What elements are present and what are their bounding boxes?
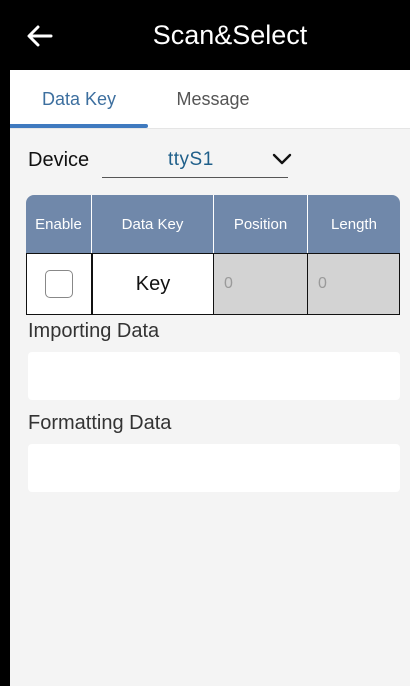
header-position: Position xyxy=(214,195,308,253)
device-dropdown[interactable]: ttyS1 xyxy=(102,145,292,178)
position-input[interactable]: 0 xyxy=(214,253,308,315)
tab-message[interactable]: Message xyxy=(148,70,278,128)
page-title: Scan&Select xyxy=(152,20,308,50)
importing-data-field[interactable] xyxy=(28,352,400,400)
importing-data-label: Importing Data xyxy=(28,320,160,342)
device-row: Device ttyS1 xyxy=(10,145,410,185)
data-key-table: Enable Data Key Position Length Key 0 0 xyxy=(26,195,400,315)
window-edge xyxy=(0,0,10,686)
formatting-data-label: Formatting Data xyxy=(28,412,172,434)
length-input[interactable]: 0 xyxy=(308,253,400,315)
device-label: Device xyxy=(28,149,90,171)
enable-cell xyxy=(26,253,92,315)
key-value: Key xyxy=(135,272,171,295)
header-length: Length xyxy=(308,195,400,253)
formatting-data-field[interactable] xyxy=(28,444,400,492)
device-value: ttyS1 xyxy=(168,149,214,170)
top-app-bar: Scan&Select xyxy=(10,0,410,70)
key-cell: Key xyxy=(92,253,214,315)
chevron-down-icon xyxy=(272,153,292,165)
active-tab-indicator xyxy=(10,124,148,128)
header-enable: Enable xyxy=(26,195,92,253)
tab-data-key[interactable]: Data Key xyxy=(10,70,148,128)
tab-bar: Data Key Message xyxy=(10,70,410,129)
app-screen: Scan&Select Data Key Message Device ttyS… xyxy=(10,0,410,686)
header-data-key: Data Key xyxy=(92,195,214,253)
table-row: Key 0 0 xyxy=(26,253,400,315)
table-header-row: Enable Data Key Position Length xyxy=(26,195,400,253)
enable-checkbox[interactable] xyxy=(45,270,73,298)
